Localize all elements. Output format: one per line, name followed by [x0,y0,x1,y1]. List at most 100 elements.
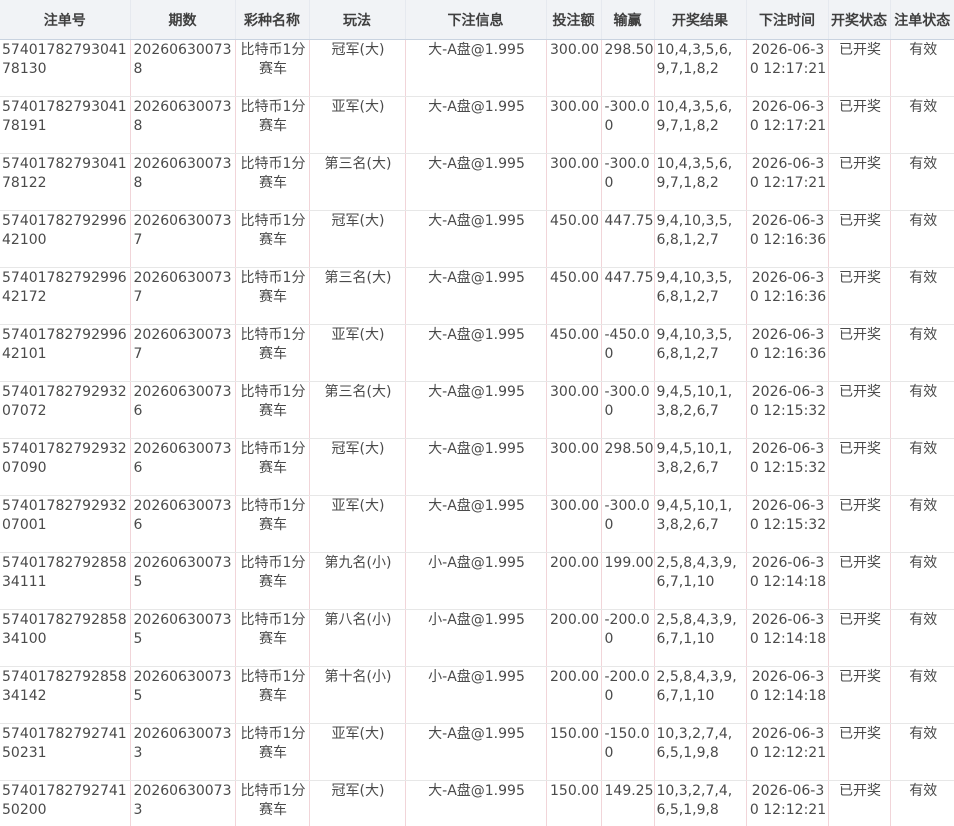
play-type-cell-text: 亚军(大) [331,99,385,115]
table-row[interactable]: 5740178279293207072 202606300736 比特币1分赛车 第三… [0,381,954,439]
bet-time-cell-text: 2026-06-30 12:17:21 [749,99,827,134]
table-row[interactable]: 5740178279304178122 202606300738 比特币1分赛车 第三… [0,153,954,211]
draw-result-cell: 10,4,3,5,6,9,7,1,8,2 [654,39,747,97]
table-row[interactable]: 5740178279304178130 202606300738 比特币1分赛车 冠军… [0,39,954,97]
header-play-type[interactable]: 玩法 [309,0,406,40]
order-number-cell: 5740178279293207001 [0,495,131,553]
win-loss-cell: -300.00 [601,381,655,439]
draw-status-cell: 已开奖 [828,495,891,553]
lottery-name-cell: 比特币1分赛车 [235,381,310,439]
lottery-name-cell-text: 比特币1分赛车 [240,726,306,761]
play-type-cell-text: 亚军(大) [331,726,385,742]
issue-cell: 202606300735 [130,609,236,667]
table-row[interactable]: 5740178279285834142 202606300735 比特币1分赛车 第十… [0,666,954,724]
bet-records-table: 注单号 期数 彩种名称 玩法 下注信息 投注额 输赢 开奖结果 下注时间 开奖状… [0,0,954,826]
order-number-cell: 5740178279304178191 [0,96,131,154]
order-number-cell-text: 5740178279299642101 [2,327,127,362]
issue-cell-text: 202606300736 [133,441,232,476]
play-type-cell-text: 第三名(大) [324,270,392,286]
draw-status-cell: 已开奖 [828,666,891,724]
lottery-name-cell: 比特币1分赛车 [235,666,310,724]
bet-time-cell-text: 2026-06-30 12:12:21 [749,726,827,761]
play-type-cell: 第八名(小) [309,609,406,667]
play-type-cell: 第三名(大) [309,267,406,325]
bet-time-cell-text: 2026-06-30 12:17:21 [749,156,827,191]
win-loss-cell: 298.50 [601,39,655,97]
draw-result-cell: 10,4,3,5,6,9,7,1,8,2 [654,96,747,154]
header-bet-time[interactable]: 下注时间 [746,0,829,40]
order-status-cell-text: 有效 [909,99,938,115]
draw-result-cell: 9,4,10,3,5,6,8,1,2,7 [654,210,747,268]
bet-amount-cell: 200.00 [546,666,602,724]
win-loss-cell: 447.75 [601,267,655,325]
draw-status-cell-text: 已开奖 [839,612,881,628]
bet-amount-cell-text: 300.00 [550,441,599,457]
issue-cell: 202606300736 [130,381,236,439]
issue-cell-text: 202606300737 [133,270,232,305]
draw-status-cell-text: 已开奖 [839,99,881,115]
header-draw-status[interactable]: 开奖状态 [828,0,891,40]
bet-amount-cell-text: 300.00 [550,42,599,58]
win-loss-cell-text: -200.00 [604,669,650,704]
win-loss-cell: -450.00 [601,324,655,382]
table-row[interactable]: 5740178279274150231 202606300733 比特币1分赛车 亚军… [0,723,954,781]
draw-result-cell-text: 9,4,10,3,5,6,8,1,2,7 [656,327,733,362]
order-status-cell-text: 有效 [909,213,938,229]
draw-result-cell: 2,5,8,4,3,9,6,7,1,10 [654,609,747,667]
order-status-cell-text: 有效 [909,555,938,571]
bet-info-cell: 大-A盘@1.995 [405,96,547,154]
header-draw-result[interactable]: 开奖结果 [654,0,747,40]
lottery-name-cell-text: 比特币1分赛车 [240,783,306,818]
table-row[interactable]: 5740178279293207001 202606300736 比特币1分赛车 亚军… [0,495,954,553]
header-lottery-name[interactable]: 彩种名称 [235,0,310,40]
header-bet-amount[interactable]: 投注额 [546,0,602,40]
bet-time-cell: 2026-06-30 12:15:32 [746,495,829,553]
play-type-cell-text: 亚军(大) [331,498,385,514]
order-status-cell: 有效 [890,552,954,610]
bet-amount-cell: 150.00 [546,780,602,826]
order-number-cell-text: 5740178279304178130 [2,42,127,77]
lottery-name-cell: 比特币1分赛车 [235,609,310,667]
table-row[interactable]: 5740178279299642100 202606300737 比特币1分赛车 冠军… [0,210,954,268]
header-order-status[interactable]: 注单状态 [890,0,954,40]
bet-time-cell: 2026-06-30 12:12:21 [746,780,829,826]
table-row[interactable]: 5740178279299642172 202606300737 比特币1分赛车 第三… [0,267,954,325]
draw-status-cell: 已开奖 [828,153,891,211]
order-status-cell: 有效 [890,609,954,667]
bet-info-cell-text: 小-A盘@1.995 [428,612,525,628]
order-status-cell: 有效 [890,381,954,439]
win-loss-cell: -300.00 [601,96,655,154]
header-win-loss[interactable]: 输赢 [601,0,655,40]
lottery-name-cell-text: 比特币1分赛车 [240,42,306,77]
order-number-cell: 5740178279299642100 [0,210,131,268]
table-row[interactable]: 5740178279304178191 202606300738 比特币1分赛车 亚军… [0,96,954,154]
table-row[interactable]: 5740178279274150200 202606300733 比特币1分赛车 冠军… [0,780,954,826]
header-issue[interactable]: 期数 [130,0,236,40]
play-type-cell-text: 第三名(大) [324,156,392,172]
play-type-cell: 第十名(小) [309,666,406,724]
header-bet-info[interactable]: 下注信息 [405,0,547,40]
win-loss-cell-text: -200.00 [604,612,650,647]
order-status-cell-text: 有效 [909,42,938,58]
order-status-cell: 有效 [890,495,954,553]
table-row[interactable]: 5740178279285834111 202606300735 比特币1分赛车 第九… [0,552,954,610]
draw-status-cell: 已开奖 [828,723,891,781]
table-row[interactable]: 5740178279285834100 202606300735 比特币1分赛车 第八… [0,609,954,667]
draw-status-cell: 已开奖 [828,438,891,496]
draw-result-cell: 9,4,5,10,1,3,8,2,6,7 [654,381,747,439]
win-loss-cell: 447.75 [601,210,655,268]
bet-time-cell-text: 2026-06-30 12:15:32 [749,441,827,476]
draw-result-cell: 10,4,3,5,6,9,7,1,8,2 [654,153,747,211]
play-type-cell-text: 第十名(小) [324,669,392,685]
lottery-name-cell: 比特币1分赛车 [235,780,310,826]
order-status-cell: 有效 [890,324,954,382]
play-type-cell: 亚军(大) [309,723,406,781]
table-row[interactable]: 5740178279299642101 202606300737 比特币1分赛车 亚军… [0,324,954,382]
header-order-no[interactable]: 注单号 [0,0,131,40]
bet-records-table-container: 注单号 期数 彩种名称 玩法 下注信息 投注额 输赢 开奖结果 下注时间 开奖状… [0,0,954,826]
bet-amount-cell-text: 200.00 [550,612,599,628]
issue-cell-text: 202606300738 [133,42,232,77]
draw-result-cell-text: 10,3,2,7,4,6,5,1,9,8 [656,726,733,761]
bet-amount-cell-text: 300.00 [550,99,599,115]
table-row[interactable]: 5740178279293207090 202606300736 比特币1分赛车 冠军… [0,438,954,496]
